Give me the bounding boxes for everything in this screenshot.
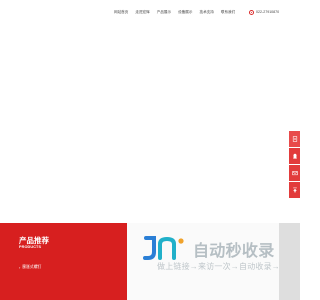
phone-number: 022-27910870 <box>256 10 280 14</box>
chevron-right-icon: › <box>19 265 21 270</box>
contact-phone: 022-27910870 <box>249 9 279 15</box>
qq-icon <box>292 153 297 159</box>
watermark-logo-icon <box>143 236 184 260</box>
product-recommend-section: 产品推荐 PRODUCTS › 膨胀式螺钉 <box>0 223 127 300</box>
qq-button[interactable] <box>289 148 300 165</box>
document-button[interactable] <box>289 131 300 148</box>
document-icon <box>292 136 297 142</box>
phone-icon <box>249 9 254 15</box>
grey-side-strip <box>279 223 300 300</box>
top-navigation-bar: 网站首页 走进宏辉 产品展示 设备展示 技术支持 联系我们 022-279108… <box>0 0 300 28</box>
top-arrow-icon <box>292 187 297 193</box>
nav-item-contact[interactable]: 联系我们 <box>221 9 235 15</box>
back-to-top-button[interactable] <box>289 182 300 199</box>
watermark-subtitle: 做上链接→来访一次→自动收录→ <box>157 262 280 271</box>
product-image-panel: 自动秒收录 做上链接→来访一次→自动收录→ <box>127 223 300 300</box>
product-category-link[interactable]: › 膨胀式螺钉 <box>19 265 41 270</box>
nav-item-products[interactable]: 产品展示 <box>157 9 171 15</box>
section-subtitle: PRODUCTS <box>19 245 42 249</box>
nav-item-about[interactable]: 走进宏辉 <box>135 9 149 15</box>
main-nav: 网站首页 走进宏辉 产品展示 设备展示 技术支持 联系我们 <box>114 9 242 15</box>
watermark-title: 自动秒收录 <box>193 243 275 260</box>
nav-item-home[interactable]: 网站首页 <box>114 9 128 15</box>
product-category-label: 膨胀式螺钉 <box>22 265 42 269</box>
floating-side-toolbar <box>289 131 300 199</box>
nav-item-tech-support[interactable]: 技术支持 <box>200 9 214 15</box>
nav-item-equipment[interactable]: 设备展示 <box>178 9 192 15</box>
mail-button[interactable] <box>289 165 300 182</box>
mail-icon <box>291 171 298 176</box>
